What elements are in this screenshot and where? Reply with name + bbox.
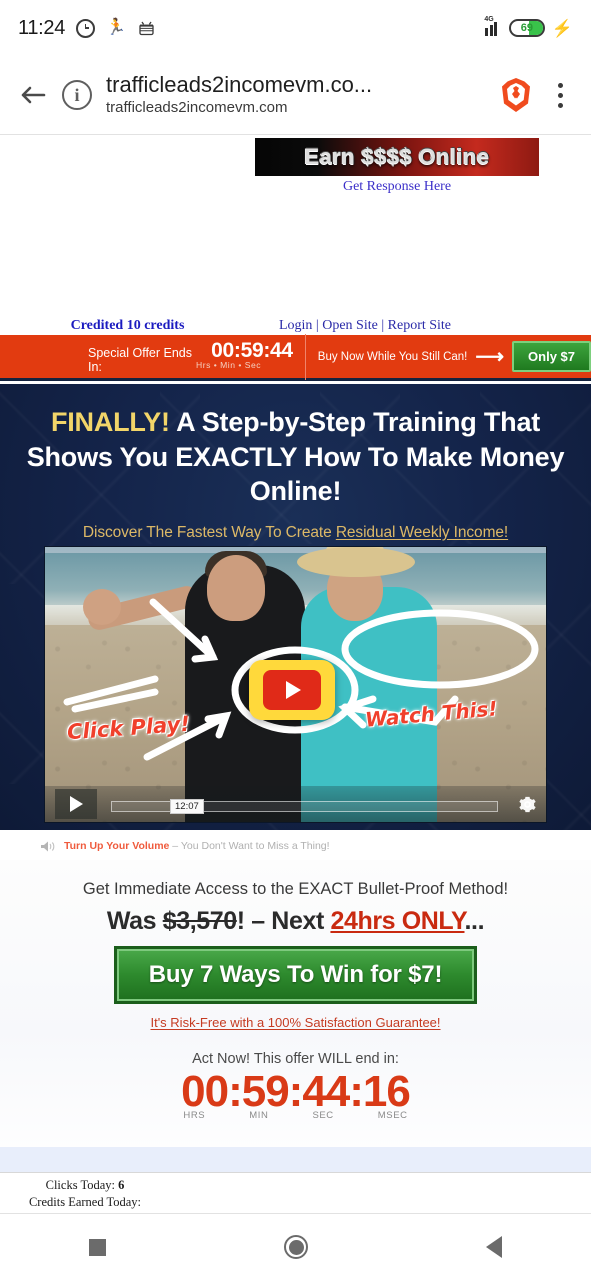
volume-notice-rest: – You Don't Want to Miss a Thing! xyxy=(169,840,330,852)
exchange-links: Login | Open Site | Report Site xyxy=(240,318,490,334)
volume-notice: Turn Up Your Volume – You Don't Want to … xyxy=(0,832,591,860)
right-arrow-icon: ⟶ xyxy=(475,345,505,368)
youtube-play-button-icon[interactable] xyxy=(249,660,335,720)
clicks-today-label: Clicks Today: xyxy=(45,1178,115,1192)
report-site-link[interactable]: Report Site xyxy=(388,318,451,333)
countdown-label-min: MIN xyxy=(249,1110,269,1121)
phone-screen: 11:24 🏃 4G 69 ⚡ i trafficleads2incomevm.… xyxy=(0,0,591,1280)
network-type-label: 4G xyxy=(484,16,494,23)
url-title: trafficleads2incomevm.co... xyxy=(106,72,373,98)
credited-label: Credited 10 credits xyxy=(70,318,185,333)
browser-back-button[interactable] xyxy=(18,80,48,110)
act-now-text: Act Now! This offer WILL end in: xyxy=(192,1051,399,1067)
android-robot-icon xyxy=(137,20,156,37)
clicks-today: Clicks Today: 6 xyxy=(0,1177,170,1194)
site-info-icon[interactable]: i xyxy=(62,80,92,110)
open-site-link[interactable]: Open Site xyxy=(322,318,378,333)
exchange-header: Earn $$$$ Online Get Response Here xyxy=(0,135,591,198)
android-nav-bar xyxy=(0,1214,591,1280)
battery-icon: 69 xyxy=(508,19,545,37)
clicks-today-value: 6 xyxy=(118,1178,125,1192)
triangle-back-icon[interactable] xyxy=(486,1236,502,1258)
offer-divider xyxy=(304,333,306,380)
residual-income-link[interactable]: Residual Weekly Income! xyxy=(336,524,508,541)
battery-percent: 69 xyxy=(520,22,533,34)
only-7-button[interactable]: Only $7 xyxy=(512,341,591,372)
exchange-ad-banner-text: Earn $$$$ Online xyxy=(304,144,490,169)
circle-home-icon[interactable] xyxy=(284,1235,308,1259)
countdown-labels: HRS MIN SEC MSEC xyxy=(0,1110,591,1121)
credits-today-label: Credits Earned Today: xyxy=(28,1194,142,1209)
offer-countdown-units: Hrs • Min • Sec xyxy=(196,360,262,370)
browser-menu-button[interactable] xyxy=(547,82,573,108)
volume-notice-text: Turn Up Your Volume – You Don't Want to … xyxy=(64,840,330,852)
exchange-stats-bar: Clicks Today: 6 Credits Earned Today: 60 xyxy=(0,1172,591,1226)
browser-toolbar: i trafficleads2incomevm.co... trafficlea… xyxy=(0,56,591,135)
offer-countdown-block: Special Offer Ends In: 00:59:44 Hrs • Mi… xyxy=(0,339,293,374)
charging-bolt-icon: ⚡ xyxy=(551,18,573,38)
link-separator-1: | xyxy=(315,318,319,333)
signal-strength-icon: 4G xyxy=(482,16,502,36)
guarantee-link[interactable]: It's Risk-Free with a 100% Satisfaction … xyxy=(0,1015,591,1030)
special-offer-bar: Special Offer Ends In: 00:59:44 Hrs • Mi… xyxy=(0,333,591,381)
video-play-button[interactable] xyxy=(55,789,97,819)
status-bar-left: 11:24 🏃 xyxy=(18,17,156,40)
immediate-access-text: Get Immediate Access to the EXACT Bullet… xyxy=(82,880,509,898)
product-section xyxy=(0,1147,591,1172)
headline-finally: FINALLY! xyxy=(50,407,170,437)
buy-now-text: Buy Now While You Still Can! xyxy=(317,350,468,363)
page-title: FINALLY! A Step-by-Step Training That Sh… xyxy=(0,384,591,509)
url-bar[interactable]: trafficleads2incomevm.co... trafficleads… xyxy=(106,72,485,118)
webpage-viewport: Earn $$$$ Online Get Response Here Credi… xyxy=(0,135,591,1172)
brave-lion-icon[interactable] xyxy=(499,77,533,113)
hero-subtitle-prefix: Discover The Fastest Way To Create xyxy=(82,523,336,541)
buy-button-label: Buy 7 Ways To Win for $7! xyxy=(148,961,443,988)
speaker-volume-icon xyxy=(40,840,57,853)
hero-subtitle: Discover The Fastest Way To Create Resid… xyxy=(0,524,591,542)
video-duration-tooltip: 12:07 xyxy=(170,799,204,814)
login-link[interactable]: Login xyxy=(279,318,312,333)
url-subtitle: trafficleads2incomevm.com xyxy=(106,98,288,116)
was-prefix: Was xyxy=(106,907,163,935)
video-controls[interactable]: 12:07 xyxy=(45,786,546,822)
gear-icon[interactable] xyxy=(518,795,537,814)
status-bar-right: 4G 69 ⚡ xyxy=(482,16,573,38)
link-separator-2: | xyxy=(381,318,385,333)
buy-button[interactable]: Buy 7 Ways To Win for $7! xyxy=(114,946,477,1004)
video-player[interactable]: Click Play! Watch This! 12:07 xyxy=(44,546,547,823)
status-bar: 11:24 🏃 4G 69 ⚡ xyxy=(0,0,591,56)
price-mid: ! – Next xyxy=(236,907,331,935)
price-line: Was $3,570! – Next 24hrs ONLY... xyxy=(0,907,591,936)
price-ellipsis: ... xyxy=(464,907,485,935)
countdown-label-sec: SEC xyxy=(312,1110,334,1121)
square-recents-icon[interactable] xyxy=(89,1238,106,1256)
offer-label: Special Offer Ends In: xyxy=(88,346,192,374)
volume-notice-highlight: Turn Up Your Volume xyxy=(64,840,170,852)
old-price: $3,570 xyxy=(162,907,237,935)
countdown-label-msec: MSEC xyxy=(377,1110,408,1121)
exchange-ad-banner[interactable]: Earn $$$$ Online xyxy=(255,138,539,176)
status-clock: 11:24 xyxy=(18,16,66,39)
get-response-link[interactable]: Get Response Here xyxy=(255,179,539,195)
fitness-run-icon: 🏃 xyxy=(106,19,126,36)
alarm-icon xyxy=(76,18,96,38)
only-24hrs: 24hrs ONLY xyxy=(330,907,465,935)
countdown-label-hrs: HRS xyxy=(183,1110,206,1121)
video-progress-bar[interactable]: 12:07 xyxy=(111,799,498,814)
